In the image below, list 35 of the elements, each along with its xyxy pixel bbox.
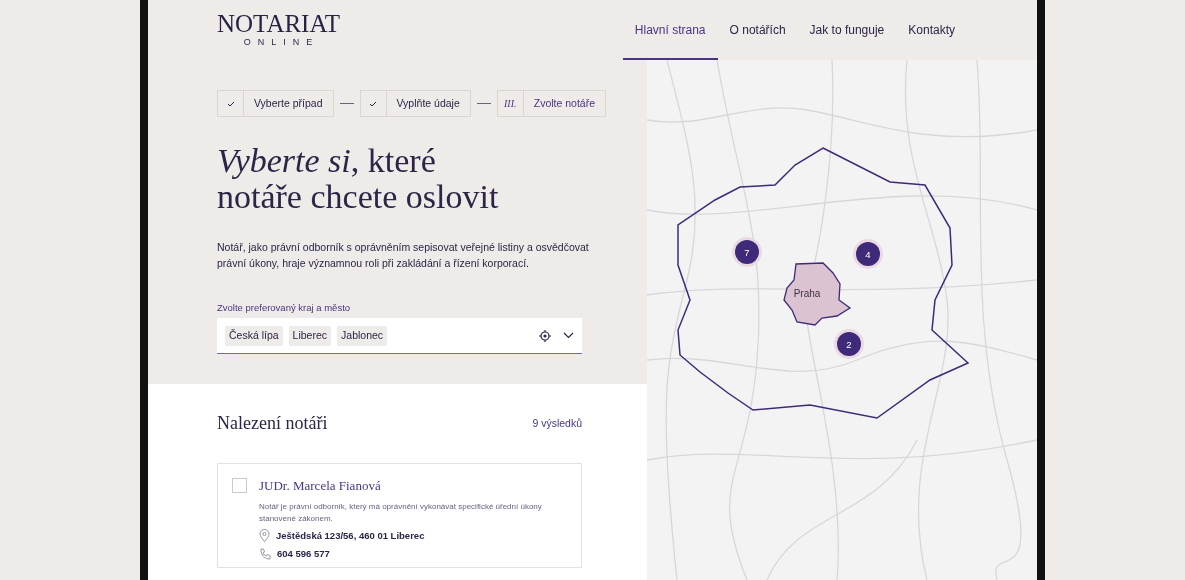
nav-link[interactable]: Kontakty (896, 0, 967, 60)
heading-line: notáře chcete oslovit (217, 179, 500, 215)
check-icon (226, 100, 235, 107)
location-tag[interactable]: Liberec (288, 325, 332, 346)
heading-line: Vyberte si, které (217, 143, 437, 179)
intro-paragraph: Notář, jako právní odborník s oprávněním sepisovat veřejné listiny a osvědčovat právní úkony, hraje významnou roli při zakládání a řízení korporací. (217, 240, 590, 271)
city-area[interactable] (783, 262, 852, 326)
location-field[interactable]: Česká lípa Liberec Jablonec (217, 318, 582, 355)
cluster-marker[interactable]: 4 (853, 239, 883, 269)
step-number: III. (504, 97, 517, 111)
results-count: 9 výsledků (532, 415, 582, 431)
cluster-marker[interactable]: 7 (732, 237, 762, 267)
location-tag[interactable]: Česká lípa (225, 325, 283, 346)
phone-icon (259, 548, 271, 561)
city-label: Praha (793, 288, 821, 299)
nav-link[interactable]: O notářích (717, 0, 798, 60)
notary-description: Notář je právní odborník, který má oprávnění vykonávat specifické úřední úkony stanovené zákonem. (259, 500, 543, 525)
logo[interactable]: NOTARIAT ONLINE (217, 12, 340, 48)
field-label: Zvolte preferovaný kraj a město (217, 301, 352, 315)
nav-link[interactable]: Jak to funguje (797, 0, 897, 60)
locate-icon[interactable] (539, 329, 551, 342)
step-tab[interactable]: Vyplňte údaje (359, 90, 471, 117)
nav-link[interactable]: Hlavní strana (622, 0, 718, 60)
checkbox[interactable] (232, 478, 247, 494)
notary-phone: 604 596 577 (277, 547, 330, 561)
chevron-down-icon[interactable] (563, 332, 574, 340)
pin-icon (259, 529, 270, 543)
notary-name[interactable]: JUDr. Marcela Fianová (259, 476, 567, 496)
step-tab[interactable]: III. Zvolte notáře (496, 90, 607, 117)
cluster-marker[interactable]: 2 (834, 329, 864, 359)
notary-address: Ještědská 123/56, 460 01 Liberec (276, 528, 425, 543)
location-tag[interactable]: Jablonec (337, 325, 388, 346)
check-icon (369, 100, 377, 107)
step-tab[interactable]: Vyberte případ (217, 90, 334, 117)
results-title: Nalezení notáři (217, 412, 328, 436)
